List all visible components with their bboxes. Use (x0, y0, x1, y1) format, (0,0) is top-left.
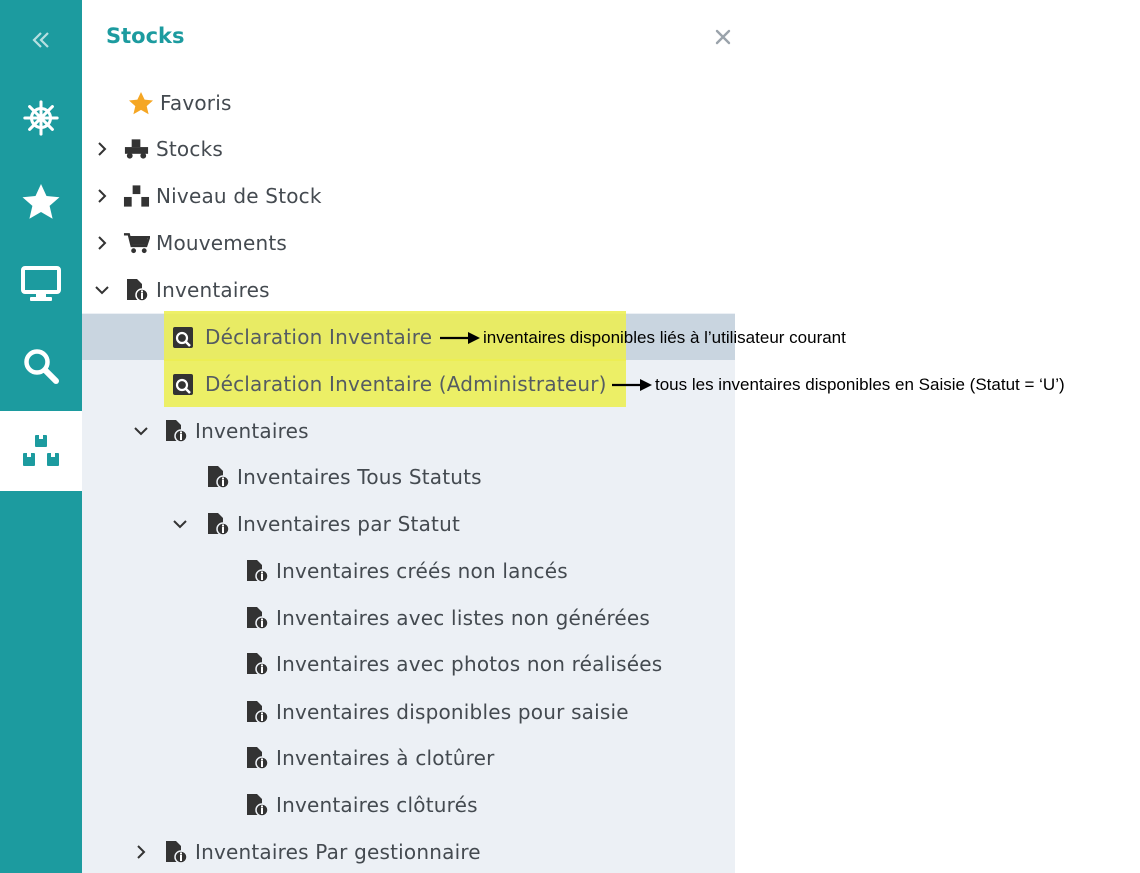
tree-item-label: Inventaires par Statut (237, 512, 460, 536)
tree-item-label: Inventaires créés non lancés (276, 559, 568, 583)
document-info-icon (243, 559, 270, 583)
clipboard-search-icon (170, 325, 197, 349)
tree-item-label: Inventaires disponibles pour saisie (276, 700, 629, 724)
tree-item-declaration-inventaire[interactable]: Déclaration Inventaire (170, 314, 432, 360)
rail-item-search[interactable] (0, 330, 82, 402)
close-icon[interactable] (712, 26, 734, 48)
tree-item-label: Niveau de Stock (156, 184, 322, 208)
tree-item-label: Favoris (160, 91, 232, 115)
tree-item-label: Inventaires avec listes non générées (276, 606, 651, 630)
document-info-icon (204, 512, 231, 536)
tree-item-par-statut[interactable]: Inventaires par Statut (172, 501, 460, 547)
chevron-right-icon[interactable] (94, 141, 110, 157)
icon-rail (0, 0, 82, 873)
tree-item-label: Inventaires (156, 278, 270, 302)
document-info-icon (243, 793, 270, 817)
truck-boxes-icon (123, 137, 150, 161)
tree-item-mouvements[interactable]: Mouvements (94, 220, 287, 266)
ship-wheel-icon (23, 100, 59, 136)
rail-item-favorites[interactable] (0, 166, 82, 238)
search-icon (24, 349, 59, 384)
monitor-icon (21, 266, 61, 301)
rail-item-dashboard[interactable] (0, 82, 82, 154)
rail-item-screens[interactable] (0, 248, 82, 320)
document-info-icon (204, 465, 231, 489)
annotation-text: tous les inventaires disponibles en Sais… (655, 375, 1065, 394)
chevron-down-icon[interactable] (94, 282, 110, 298)
document-info-icon (243, 746, 270, 770)
tree-item-inventaires-sub[interactable]: Inventaires (133, 408, 309, 454)
chevron-right-icon[interactable] (94, 188, 110, 204)
chevron-right-icon[interactable] (133, 844, 149, 860)
tree-item-statut-saisie[interactable]: Inventaires disponibles pour saisie (243, 689, 629, 735)
chevron-right-icon[interactable] (94, 235, 110, 251)
tree-item-label: Inventaires à clotûrer (276, 746, 495, 770)
star-icon (127, 91, 154, 115)
tree-item-statut-photos[interactable]: Inventaires avec photos non réalisées (243, 641, 662, 687)
annotation-declaration-admin: tous les inventaires disponibles en Sais… (612, 375, 1065, 395)
tree-item-label: Inventaires Tous Statuts (237, 465, 482, 489)
tree-item-declaration-admin[interactable]: Déclaration Inventaire (Administrateur) (170, 361, 607, 407)
tree-item-label: Stocks (156, 137, 223, 161)
document-info-icon (162, 419, 189, 443)
document-info-icon (243, 606, 270, 630)
chevron-down-icon[interactable] (172, 516, 188, 532)
tree-item-label: Inventaires (195, 419, 309, 443)
tree-item-statut-a-cloturer[interactable]: Inventaires à clotûrer (243, 735, 495, 781)
annotation-declaration: inventaires disponibles liés à l’utilisa… (440, 328, 846, 348)
tree-item-tous-statuts[interactable]: Inventaires Tous Statuts (204, 454, 482, 500)
document-info-icon (162, 840, 189, 864)
boxes-icon (23, 435, 59, 466)
document-info-icon (123, 278, 150, 302)
panel-title: Stocks (106, 24, 185, 48)
rail-item-stocks[interactable] (0, 411, 82, 491)
tree-item-par-gestionnaire[interactable]: Inventaires Par gestionnaire (133, 829, 481, 873)
tree-item-label: Inventaires clôturés (276, 793, 478, 817)
cart-icon (123, 231, 150, 255)
tree-item-label: Inventaires Par gestionnaire (195, 840, 481, 864)
star-icon (22, 184, 60, 219)
tree-item-label: Déclaration Inventaire (205, 325, 433, 349)
document-info-icon (243, 652, 270, 676)
boxes-icon (123, 184, 150, 208)
annotation-text: inventaires disponibles liés à l’utilisa… (483, 328, 846, 347)
tree-item-label: Mouvements (156, 231, 288, 255)
double-chevron-left-icon (32, 32, 49, 48)
clipboard-search-icon (170, 372, 197, 396)
tree-item-favoris[interactable]: Favoris (98, 80, 232, 126)
tree-item-niveau-stock[interactable]: Niveau de Stock (94, 173, 322, 219)
tree-item-label: Inventaires avec photos non réalisées (276, 652, 663, 676)
tree-item-stocks[interactable]: Stocks (94, 126, 223, 172)
arrow-right-icon (440, 332, 480, 344)
arrow-right-icon (612, 379, 652, 391)
collapse-button[interactable] (0, 4, 82, 76)
tree-item-statut-listes[interactable]: Inventaires avec listes non générées (243, 595, 650, 641)
chevron-down-icon[interactable] (133, 423, 149, 439)
document-info-icon (243, 700, 270, 724)
tree-item-statut-clotures[interactable]: Inventaires clôturés (243, 782, 478, 828)
tree-item-statut-crees[interactable]: Inventaires créés non lancés (243, 548, 568, 594)
tree-item-inventaires[interactable]: Inventaires (94, 267, 270, 313)
tree-item-label: Déclaration Inventaire (Administrateur) (205, 372, 607, 396)
